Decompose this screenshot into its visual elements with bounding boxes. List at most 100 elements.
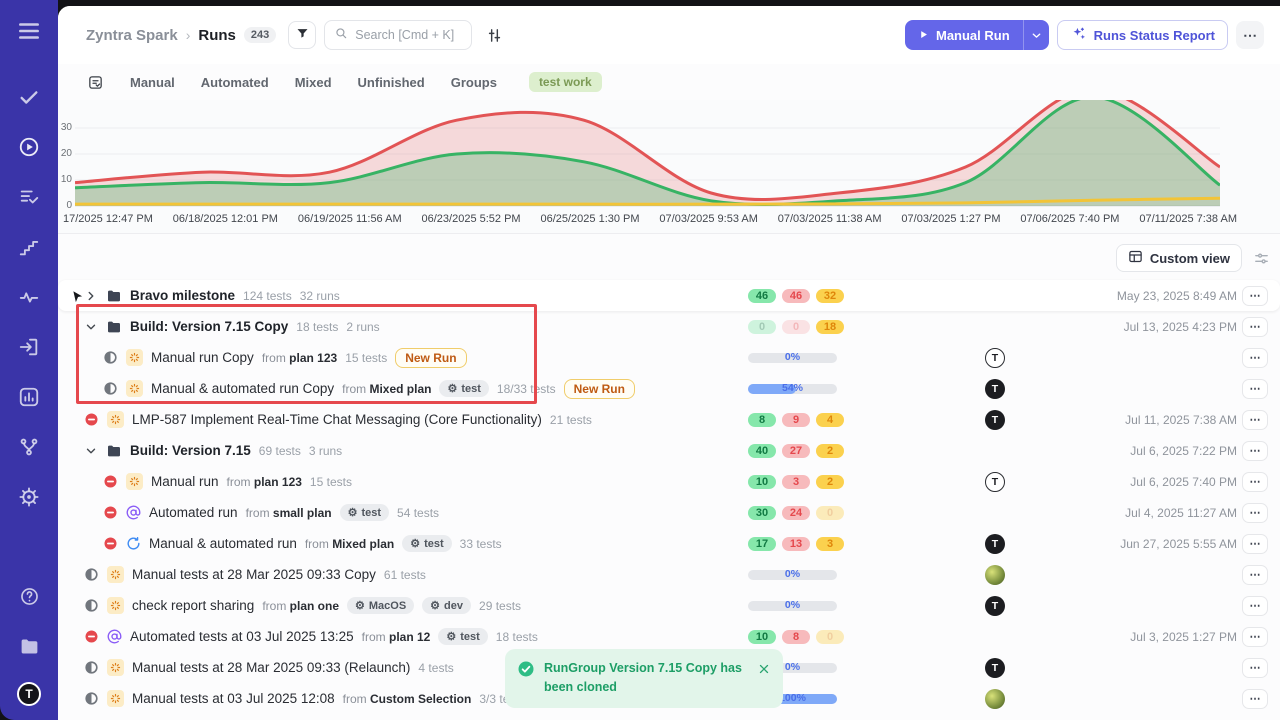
row-more-button[interactable]: ⋯ <box>1242 596 1268 616</box>
header-more-button[interactable]: ⋯ <box>1236 21 1264 49</box>
chevron-right-icon[interactable] <box>84 289 98 303</box>
row-stats: 894 <box>748 413 844 427</box>
new-run-badge[interactable]: New Run <box>564 379 635 399</box>
run-row[interactable]: Automated runfrom small plan⚙test54 test… <box>58 497 1280 528</box>
manual-run-icon <box>126 349 143 366</box>
custom-view-label: Custom view <box>1150 251 1230 266</box>
sidebar-item-test-plans[interactable] <box>12 182 46 216</box>
chevron-down-icon[interactable] <box>84 320 98 334</box>
progress-bar: 0% <box>748 601 837 611</box>
progress-percent: 0% <box>748 599 837 611</box>
result-badge-red: 9 <box>782 413 810 427</box>
chevron-down-icon[interactable] <box>84 444 98 458</box>
custom-view-button[interactable]: Custom view <box>1116 244 1242 272</box>
row-more-button[interactable]: ⋯ <box>1242 286 1268 306</box>
tab-unfinished[interactable]: Unfinished <box>358 75 425 90</box>
avatar: T <box>985 596 1005 616</box>
group-row[interactable]: Build: Version 7.15 Copy18 tests2 runs 0… <box>58 311 1280 342</box>
run-row[interactable]: Automated tests at 03 Jul 2025 13:25from… <box>58 621 1280 652</box>
menu-icon[interactable] <box>12 14 46 48</box>
breadcrumb-project[interactable]: Zyntra Spark <box>86 27 178 44</box>
manual-run-icon <box>126 473 143 490</box>
sidebar-item-milestones[interactable] <box>12 232 46 266</box>
run-row[interactable]: LMP-587 Implement Real-Time Chat Messagi… <box>58 404 1280 435</box>
row-title: Build: Version 7.15 Copy <box>130 319 288 334</box>
row-more-button[interactable]: ⋯ <box>1242 317 1268 337</box>
tab-groups[interactable]: Groups <box>451 75 497 90</box>
run-row[interactable]: Manual & automated run Copy from Mixed pl… <box>58 373 1280 404</box>
sidebar-item-defects[interactable] <box>12 282 46 316</box>
search-input[interactable] <box>355 28 462 42</box>
run-row[interactable]: Manual tests at 28 Mar 2025 09:33 Copy61… <box>58 559 1280 590</box>
gear-icon: ⚙ <box>348 506 358 519</box>
filter-button[interactable] <box>288 21 316 49</box>
run-row[interactable]: check report sharingfrom plan one⚙MacOS⚙… <box>58 590 1280 621</box>
sidebar-item-traceability[interactable] <box>12 432 46 466</box>
sidebar-item-help[interactable] <box>12 582 46 616</box>
runs-status-report-button[interactable]: Runs Status Report <box>1057 20 1228 50</box>
tag-macos: ⚙MacOS <box>347 597 414 614</box>
progress-percent: 0% <box>748 351 837 363</box>
row-more-button[interactable]: ⋯ <box>1242 534 1268 554</box>
row-more-button[interactable]: ⋯ <box>1242 658 1268 678</box>
result-badge-green: 10 <box>748 475 776 489</box>
tag-test: ⚙test <box>402 535 451 552</box>
run-row[interactable]: Manual runfrom plan 12315 tests 1032 TJu… <box>58 466 1280 497</box>
new-run-badge[interactable]: New Run <box>395 348 466 368</box>
tab-manual[interactable]: Manual <box>130 75 175 90</box>
tab-automated[interactable]: Automated <box>201 75 269 90</box>
x-axis-label: 07/03/2025 1:27 PM <box>901 213 1000 225</box>
sidebar-item-tests[interactable] <box>12 82 46 116</box>
tag-test: ⚙test <box>340 504 389 521</box>
row-more-button[interactable]: ⋯ <box>1242 348 1268 368</box>
toast-close-icon[interactable] <box>757 662 771 676</box>
filter-chip-test-work[interactable]: test work <box>529 72 602 92</box>
row-more-button[interactable]: ⋯ <box>1242 627 1268 647</box>
row-more-button[interactable]: ⋯ <box>1242 441 1268 461</box>
row-more-button[interactable]: ⋯ <box>1242 689 1268 709</box>
sidebar: T <box>0 0 58 720</box>
manual-run-icon <box>126 380 143 397</box>
board-icon[interactable] <box>87 74 104 91</box>
sidebar-item-settings[interactable] <box>12 482 46 516</box>
row-more-button[interactable]: ⋯ <box>1242 472 1268 492</box>
group-row[interactable]: Build: Version 7.1569 tests3 runs 40272 … <box>58 435 1280 466</box>
workspace-logo[interactable]: T <box>17 682 41 706</box>
avatar: T <box>985 534 1005 554</box>
row-more-button[interactable]: ⋯ <box>1242 565 1268 585</box>
run-row[interactable]: Manual & automated runfrom Mixed plan⚙te… <box>58 528 1280 559</box>
progress-bar: 54% <box>748 384 837 394</box>
sidebar-item-reports[interactable] <box>12 382 46 416</box>
run-row[interactable]: Manual run Copyfrom plan 12315 testsNew … <box>58 342 1280 373</box>
row-more-button[interactable]: ⋯ <box>1242 503 1268 523</box>
run-meta: 124 tests <box>243 289 292 303</box>
sidebar-item-runs[interactable] <box>12 132 46 166</box>
result-badge-red: 3 <box>782 475 810 489</box>
sidebar-item-requirements[interactable] <box>12 332 46 366</box>
x-axis-label: 07/03/2025 11:38 AM <box>778 213 882 225</box>
result-badge-yellow: 0 <box>816 630 844 644</box>
row-more-button[interactable]: ⋯ <box>1242 379 1268 399</box>
tab-mixed[interactable]: Mixed <box>295 75 332 90</box>
result-badge-red: 27 <box>782 444 810 458</box>
reports-icon <box>18 386 40 413</box>
run-meta: 18 tests <box>496 630 538 644</box>
result-badge-red: 24 <box>782 506 810 520</box>
in-progress-status-icon <box>84 567 99 582</box>
group-row[interactable]: Bravo milestone124 tests32 runs 464632 M… <box>58 280 1280 311</box>
run-date: May 23, 2025 8:49 AM <box>1117 289 1237 303</box>
manual-run-button[interactable]: Manual Run <box>905 20 1023 50</box>
row-title: Manual & automated run Copy <box>151 381 334 396</box>
manual-run-split-button: Manual Run <box>905 20 1049 50</box>
run-source: from small plan <box>246 506 332 520</box>
x-axis-label: 07/11/2025 7:38 AM <box>1139 213 1237 225</box>
sidebar-item-projects[interactable] <box>12 632 46 666</box>
x-axis-label: 07/06/2025 7:40 PM <box>1020 213 1119 225</box>
manual-run-dropdown-button[interactable] <box>1023 20 1049 50</box>
run-source: from Mixed plan <box>342 382 431 396</box>
table-icon <box>1128 249 1143 267</box>
row-more-button[interactable]: ⋯ <box>1242 410 1268 430</box>
run-meta: 54 tests <box>397 506 439 520</box>
filter-settings-icon[interactable] <box>486 27 503 44</box>
columns-settings-icon[interactable] <box>1253 250 1270 267</box>
